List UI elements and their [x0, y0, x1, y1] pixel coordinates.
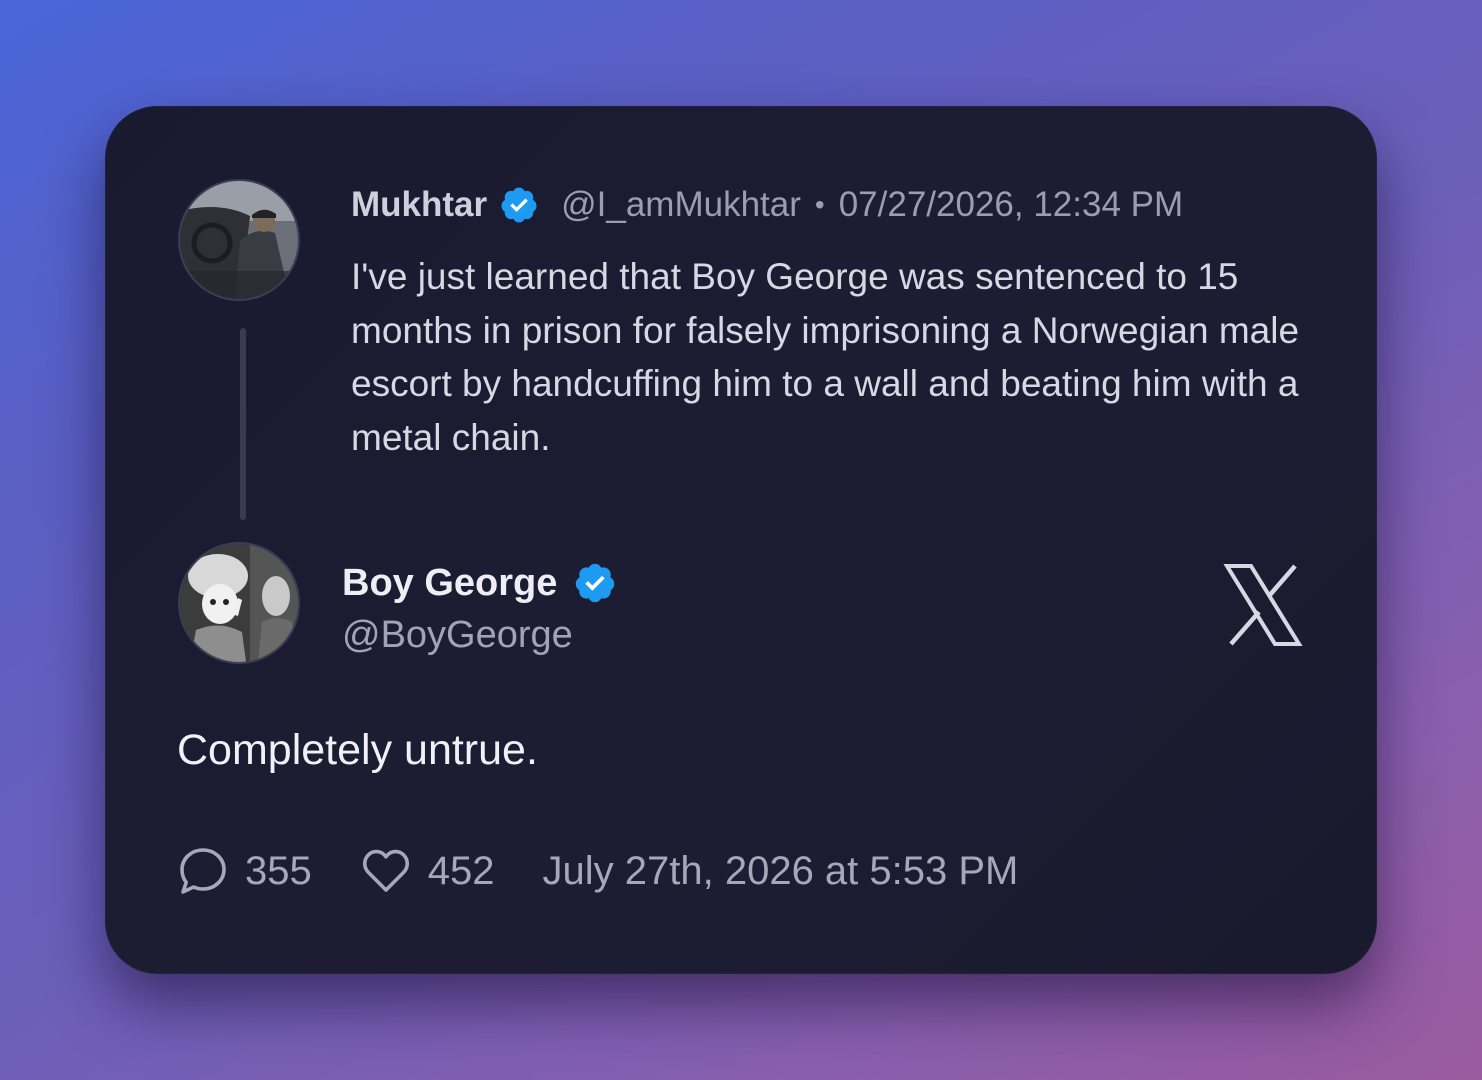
parent-author-avatar[interactable] — [178, 179, 300, 301]
parent-tweet-header: Mukhtar @I_amMukhtar • 07/27/2026, 12:34… — [351, 182, 1183, 228]
parent-author-name[interactable]: Mukhtar — [351, 185, 487, 225]
reply-tweet-text: Completely untrue. — [177, 726, 538, 774]
parent-tweet-text: I've just learned that Boy George was se… — [351, 256, 1300, 458]
reply-count: 355 — [245, 848, 312, 893]
thread-connector-line — [240, 328, 246, 520]
reply-author-name[interactable]: Boy George — [342, 562, 557, 605]
heart-icon[interactable] — [360, 845, 412, 897]
verified-badge-icon — [573, 561, 617, 605]
x-logo-icon[interactable] — [1223, 564, 1303, 646]
comment-bubble-icon[interactable] — [177, 845, 229, 897]
verified-badge-icon — [499, 185, 539, 225]
like-count: 452 — [427, 848, 495, 893]
reply-author-avatar[interactable] — [178, 542, 300, 664]
parent-author-handle[interactable]: @I_amMukhtar — [561, 185, 801, 225]
header-separator: • — [814, 189, 825, 220]
reply-tweet-timestamp[interactable]: July 27th, 2026 at 5:53 PM — [543, 849, 1019, 894]
tweet-card: Mukhtar @I_amMukhtar • 07/27/2026, 12:34… — [105, 106, 1377, 974]
reply-author-handle[interactable]: @BoyGeorge — [342, 614, 573, 657]
parent-tweet-timestamp[interactable]: 07/27/2026, 12:34 PM — [839, 185, 1183, 225]
tweet-footer: 355 452 July 27th, 2026 at 5:53 PM — [177, 846, 1018, 896]
reply-tweet-header: Boy George — [342, 558, 617, 608]
